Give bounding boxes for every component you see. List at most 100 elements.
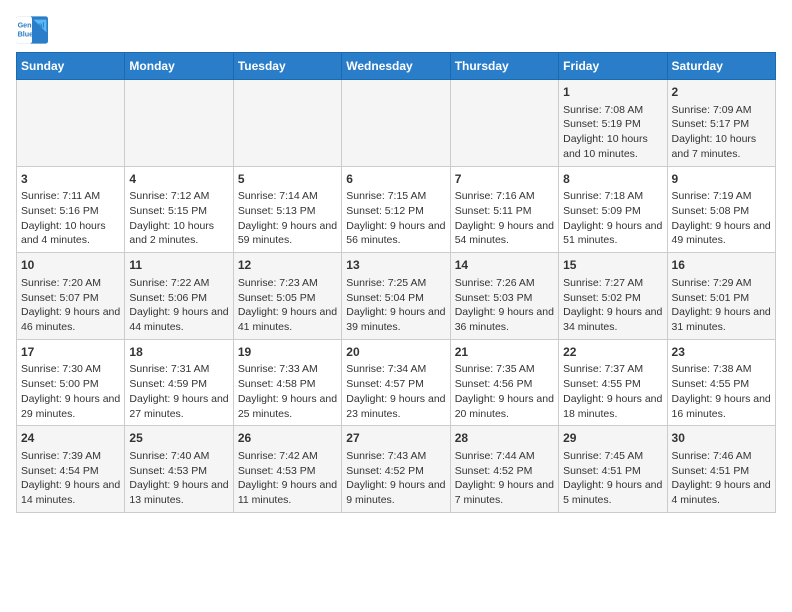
day-info: Daylight: 10 hours and 4 minutes.: [21, 219, 120, 248]
day-info: Daylight: 9 hours and 27 minutes.: [129, 392, 228, 421]
day-info: Daylight: 9 hours and 39 minutes.: [346, 305, 445, 334]
day-info: Daylight: 9 hours and 41 minutes.: [238, 305, 337, 334]
day-info: Sunrise: 7:19 AM: [672, 189, 771, 204]
calendar-cell: 7Sunrise: 7:16 AMSunset: 5:11 PMDaylight…: [450, 166, 558, 253]
logo-icon: General Blue: [16, 16, 48, 44]
day-number: 14: [455, 257, 554, 274]
day-info: Daylight: 9 hours and 36 minutes.: [455, 305, 554, 334]
calendar-week-row: 3Sunrise: 7:11 AMSunset: 5:16 PMDaylight…: [17, 166, 776, 253]
day-info: Sunrise: 7:39 AM: [21, 449, 120, 464]
calendar-cell: [233, 80, 341, 167]
calendar-cell: [17, 80, 125, 167]
day-info: Sunrise: 7:20 AM: [21, 276, 120, 291]
day-info: Sunset: 5:05 PM: [238, 291, 337, 306]
calendar-cell: 25Sunrise: 7:40 AMSunset: 4:53 PMDayligh…: [125, 426, 233, 513]
day-number: 29: [563, 430, 662, 447]
day-number: 19: [238, 344, 337, 361]
day-info: Sunrise: 7:42 AM: [238, 449, 337, 464]
day-info: Sunset: 5:17 PM: [672, 117, 771, 132]
day-number: 15: [563, 257, 662, 274]
day-info: Sunrise: 7:37 AM: [563, 362, 662, 377]
day-info: Sunrise: 7:43 AM: [346, 449, 445, 464]
day-info: Sunrise: 7:34 AM: [346, 362, 445, 377]
calendar-cell: 19Sunrise: 7:33 AMSunset: 4:58 PMDayligh…: [233, 339, 341, 426]
day-info: Sunset: 4:52 PM: [346, 464, 445, 479]
day-number: 9: [672, 171, 771, 188]
day-info: Sunset: 4:55 PM: [563, 377, 662, 392]
day-info: Sunset: 4:53 PM: [238, 464, 337, 479]
calendar-cell: 30Sunrise: 7:46 AMSunset: 4:51 PMDayligh…: [667, 426, 775, 513]
day-info: Daylight: 9 hours and 16 minutes.: [672, 392, 771, 421]
day-info: Sunset: 5:13 PM: [238, 204, 337, 219]
day-number: 16: [672, 257, 771, 274]
day-info: Daylight: 9 hours and 20 minutes.: [455, 392, 554, 421]
calendar-cell: 10Sunrise: 7:20 AMSunset: 5:07 PMDayligh…: [17, 253, 125, 340]
day-number: 21: [455, 344, 554, 361]
day-number: 30: [672, 430, 771, 447]
day-info: Daylight: 9 hours and 56 minutes.: [346, 219, 445, 248]
calendar-cell: 14Sunrise: 7:26 AMSunset: 5:03 PMDayligh…: [450, 253, 558, 340]
day-info: Daylight: 9 hours and 11 minutes.: [238, 478, 337, 507]
day-header-sunday: Sunday: [17, 53, 125, 80]
calendar-cell: 24Sunrise: 7:39 AMSunset: 4:54 PMDayligh…: [17, 426, 125, 513]
calendar-cell: 1Sunrise: 7:08 AMSunset: 5:19 PMDaylight…: [559, 80, 667, 167]
day-info: Daylight: 9 hours and 23 minutes.: [346, 392, 445, 421]
calendar-cell: 23Sunrise: 7:38 AMSunset: 4:55 PMDayligh…: [667, 339, 775, 426]
day-number: 24: [21, 430, 120, 447]
day-info: Daylight: 10 hours and 10 minutes.: [563, 132, 662, 161]
calendar-cell: [125, 80, 233, 167]
calendar-cell: 29Sunrise: 7:45 AMSunset: 4:51 PMDayligh…: [559, 426, 667, 513]
day-number: 28: [455, 430, 554, 447]
day-info: Daylight: 9 hours and 46 minutes.: [21, 305, 120, 334]
calendar-cell: [450, 80, 558, 167]
calendar-cell: 12Sunrise: 7:23 AMSunset: 5:05 PMDayligh…: [233, 253, 341, 340]
day-number: 12: [238, 257, 337, 274]
svg-text:Blue: Blue: [18, 29, 34, 38]
day-header-tuesday: Tuesday: [233, 53, 341, 80]
calendar-cell: [342, 80, 450, 167]
day-info: Daylight: 9 hours and 51 minutes.: [563, 219, 662, 248]
day-header-friday: Friday: [559, 53, 667, 80]
day-info: Sunset: 5:19 PM: [563, 117, 662, 132]
day-number: 1: [563, 84, 662, 101]
day-info: Daylight: 9 hours and 4 minutes.: [672, 478, 771, 507]
day-info: Sunset: 5:04 PM: [346, 291, 445, 306]
day-info: Sunset: 5:02 PM: [563, 291, 662, 306]
day-info: Sunrise: 7:45 AM: [563, 449, 662, 464]
day-info: Daylight: 9 hours and 9 minutes.: [346, 478, 445, 507]
day-info: Sunrise: 7:26 AM: [455, 276, 554, 291]
day-info: Sunrise: 7:25 AM: [346, 276, 445, 291]
day-info: Sunrise: 7:18 AM: [563, 189, 662, 204]
day-number: 27: [346, 430, 445, 447]
calendar-week-row: 10Sunrise: 7:20 AMSunset: 5:07 PMDayligh…: [17, 253, 776, 340]
calendar-cell: 20Sunrise: 7:34 AMSunset: 4:57 PMDayligh…: [342, 339, 450, 426]
day-info: Sunrise: 7:16 AM: [455, 189, 554, 204]
day-header-wednesday: Wednesday: [342, 53, 450, 80]
day-info: Sunset: 4:55 PM: [672, 377, 771, 392]
calendar-cell: 21Sunrise: 7:35 AMSunset: 4:56 PMDayligh…: [450, 339, 558, 426]
day-info: Daylight: 9 hours and 49 minutes.: [672, 219, 771, 248]
day-info: Daylight: 9 hours and 14 minutes.: [21, 478, 120, 507]
day-number: 10: [21, 257, 120, 274]
calendar-cell: 4Sunrise: 7:12 AMSunset: 5:15 PMDaylight…: [125, 166, 233, 253]
day-number: 13: [346, 257, 445, 274]
day-info: Daylight: 9 hours and 59 minutes.: [238, 219, 337, 248]
calendar-cell: 22Sunrise: 7:37 AMSunset: 4:55 PMDayligh…: [559, 339, 667, 426]
day-info: Sunrise: 7:44 AM: [455, 449, 554, 464]
calendar-cell: 15Sunrise: 7:27 AMSunset: 5:02 PMDayligh…: [559, 253, 667, 340]
day-header-saturday: Saturday: [667, 53, 775, 80]
day-info: Sunset: 5:15 PM: [129, 204, 228, 219]
day-info: Daylight: 9 hours and 7 minutes.: [455, 478, 554, 507]
calendar-header-row: SundayMondayTuesdayWednesdayThursdayFrid…: [17, 53, 776, 80]
calendar-cell: 3Sunrise: 7:11 AMSunset: 5:16 PMDaylight…: [17, 166, 125, 253]
day-info: Sunrise: 7:14 AM: [238, 189, 337, 204]
day-number: 8: [563, 171, 662, 188]
page-header: General Blue: [16, 16, 776, 44]
day-number: 3: [21, 171, 120, 188]
day-info: Daylight: 10 hours and 7 minutes.: [672, 132, 771, 161]
day-info: Sunset: 5:08 PM: [672, 204, 771, 219]
day-number: 11: [129, 257, 228, 274]
day-info: Daylight: 9 hours and 5 minutes.: [563, 478, 662, 507]
calendar-cell: 17Sunrise: 7:30 AMSunset: 5:00 PMDayligh…: [17, 339, 125, 426]
logo: General Blue: [16, 16, 48, 44]
